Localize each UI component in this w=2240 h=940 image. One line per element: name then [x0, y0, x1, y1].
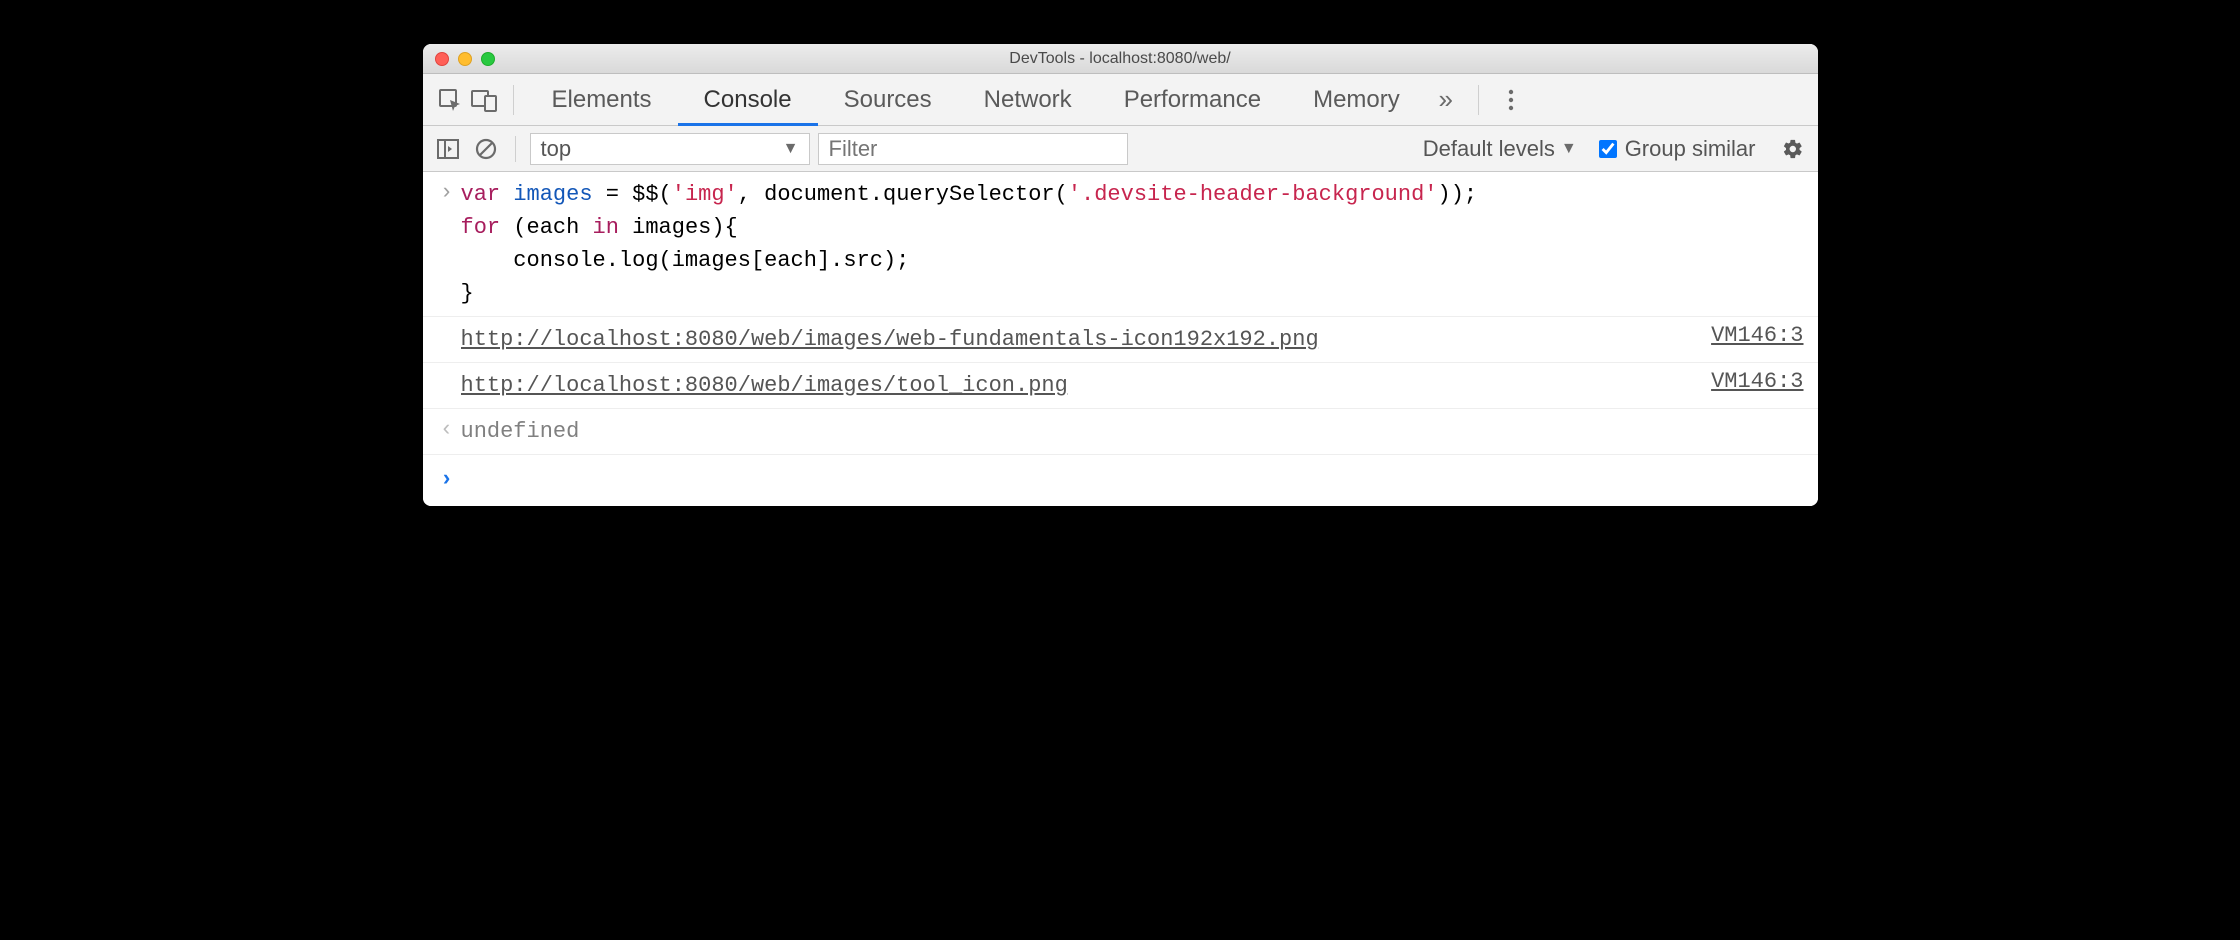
- more-tabs-button[interactable]: »: [1426, 84, 1466, 115]
- console-toolbar: top ▼ Default levels ▼ Group similar: [423, 126, 1818, 172]
- tab-sources[interactable]: Sources: [818, 74, 958, 125]
- inspect-element-icon[interactable]: [433, 88, 467, 112]
- group-similar-toggle[interactable]: Group similar: [1599, 136, 1756, 162]
- divider: [513, 85, 514, 115]
- log-url-link[interactable]: http://localhost:8080/web/images/web-fun…: [461, 327, 1319, 352]
- tab-performance[interactable]: Performance: [1098, 74, 1287, 125]
- kebab-menu-icon[interactable]: [1491, 88, 1531, 112]
- chevron-down-icon: ▼: [783, 140, 799, 158]
- titlebar[interactable]: DevTools - localhost:8080/web/: [423, 44, 1818, 74]
- input-chevron-icon: ›: [433, 178, 461, 205]
- return-chevron-icon: ‹: [433, 415, 461, 442]
- divider: [515, 136, 516, 162]
- gutter: [433, 323, 461, 325]
- traffic-lights: [435, 52, 495, 66]
- return-value: undefined: [461, 415, 1804, 448]
- log-levels-select[interactable]: Default levels ▼: [1423, 136, 1577, 162]
- device-toolbar-icon[interactable]: [467, 88, 501, 112]
- close-icon[interactable]: [435, 52, 449, 66]
- log-source-link[interactable]: VM146:3: [1695, 369, 1803, 394]
- context-select-value: top: [541, 136, 572, 162]
- clear-console-icon[interactable]: [471, 134, 501, 164]
- tab-console[interactable]: Console: [678, 74, 818, 125]
- log-source-link[interactable]: VM146:3: [1695, 323, 1803, 348]
- console-return-row: ‹ undefined: [423, 409, 1818, 455]
- console-prompt-row[interactable]: ›: [423, 455, 1818, 506]
- group-similar-checkbox[interactable]: [1599, 140, 1617, 158]
- minimize-icon[interactable]: [458, 52, 472, 66]
- console-settings-icon[interactable]: [1778, 134, 1808, 164]
- group-similar-label: Group similar: [1625, 136, 1756, 162]
- console-body: › var images = $$('img', document.queryS…: [423, 172, 1818, 506]
- prompt-chevron-icon: ›: [433, 465, 461, 492]
- chevron-down-icon: ▼: [1561, 140, 1577, 158]
- console-log-row: http://localhost:8080/web/images/web-fun…: [423, 317, 1818, 363]
- tab-network[interactable]: Network: [958, 74, 1098, 125]
- chevron-double-right-icon: »: [1439, 84, 1453, 115]
- window-title: DevTools - localhost:8080/web/: [1009, 50, 1230, 68]
- gutter: [433, 369, 461, 371]
- zoom-icon[interactable]: [481, 52, 495, 66]
- tab-elements[interactable]: Elements: [526, 74, 678, 125]
- log-url-link[interactable]: http://localhost:8080/web/images/tool_ic…: [461, 373, 1068, 398]
- execution-context-select[interactable]: top ▼: [530, 133, 810, 165]
- devtools-window: DevTools - localhost:8080/web/ ElementsC…: [423, 44, 1818, 506]
- toggle-console-sidebar-icon[interactable]: [433, 134, 463, 164]
- log-message: http://localhost:8080/web/images/tool_ic…: [461, 369, 1696, 402]
- levels-label: Default levels: [1423, 136, 1555, 162]
- console-input-row: › var images = $$('img', document.queryS…: [423, 172, 1818, 317]
- main-tabstrip: ElementsConsoleSourcesNetworkPerformance…: [423, 74, 1818, 126]
- console-log-row: http://localhost:8080/web/images/tool_ic…: [423, 363, 1818, 409]
- console-input[interactable]: var images = $$('img', document.querySel…: [461, 178, 1804, 310]
- divider: [1478, 85, 1479, 115]
- tab-memory[interactable]: Memory: [1287, 74, 1426, 125]
- log-message: http://localhost:8080/web/images/web-fun…: [461, 323, 1696, 356]
- tabs: ElementsConsoleSourcesNetworkPerformance…: [526, 74, 1426, 125]
- filter-input[interactable]: [818, 133, 1128, 165]
